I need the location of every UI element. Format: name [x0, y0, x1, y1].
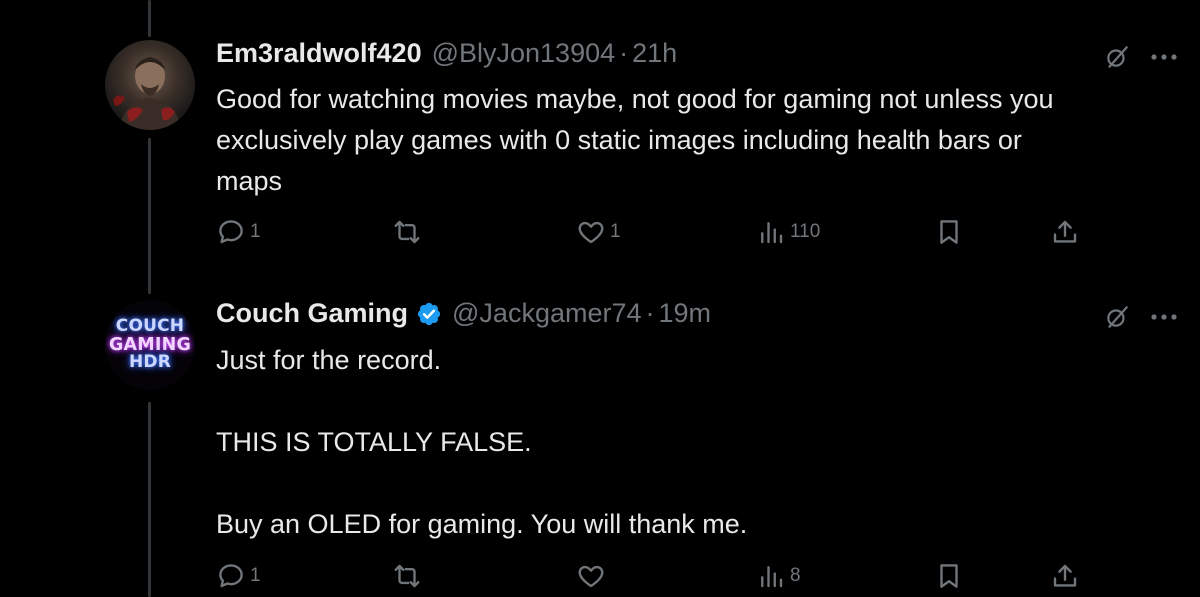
reply-icon — [216, 217, 246, 247]
avatar-logo-text: HDR — [128, 352, 172, 373]
tweet-text-line: Good for watching movies maybe, not good… — [216, 84, 1054, 114]
views-count: 8 — [790, 565, 801, 586]
separator-dot: · — [645, 298, 655, 328]
user-handle[interactable]: @Jackgamer74 — [452, 298, 642, 329]
more-icon[interactable] — [1150, 53, 1178, 61]
tweet-text-line: Just for the record. — [216, 345, 442, 375]
share-icon — [1050, 561, 1080, 591]
repost-button[interactable] — [392, 561, 426, 591]
thread-line-bottom — [148, 402, 151, 597]
tweet-header-actions — [1104, 44, 1178, 70]
analytics-icon — [756, 561, 786, 591]
views-button[interactable]: 8 — [756, 561, 801, 591]
grok-icon[interactable] — [1104, 304, 1130, 330]
bookmark-icon — [934, 561, 964, 591]
user-handle[interactable]: @BlyJon13904 — [432, 38, 616, 69]
timestamp[interactable]: 19m — [659, 298, 712, 329]
reply-button[interactable]: 1 — [216, 561, 261, 591]
thread-line-top — [148, 0, 151, 37]
repost-button[interactable] — [392, 217, 426, 247]
display-name[interactable]: Em3raldwolf420 — [216, 38, 422, 69]
verified-badge-icon — [416, 301, 442, 327]
bookmark-button[interactable] — [934, 217, 964, 247]
tweet-header: Em3raldwolf420 @BlyJon13904 · 21h — [216, 38, 677, 69]
tweet-action-bar: 1 8 — [216, 561, 1077, 595]
share-button[interactable] — [1050, 561, 1080, 591]
tweet-header: Couch Gaming @Jackgamer74 · 19m — [216, 298, 711, 329]
heart-icon — [576, 217, 606, 247]
reply-count: 1 — [250, 221, 261, 242]
analytics-icon — [756, 217, 786, 247]
share-button[interactable] — [1050, 217, 1080, 247]
like-count: 1 — [610, 221, 621, 242]
tweet-text-line: exclusively play games with 0 static ima… — [216, 125, 1022, 155]
more-icon[interactable] — [1150, 313, 1178, 321]
like-button[interactable]: 1 — [576, 217, 621, 247]
timestamp[interactable]: 21h — [632, 38, 677, 69]
tweet-text-line: THIS IS TOTALLY FALSE. — [216, 427, 532, 457]
tweet-text: Good for watching movies maybe, not good… — [216, 79, 1176, 202]
grok-icon[interactable] — [1104, 44, 1130, 70]
bookmark-button[interactable] — [934, 561, 964, 591]
separator-dot: · — [619, 38, 629, 68]
views-count: 110 — [790, 221, 821, 242]
tweet-text-line: maps — [216, 166, 283, 196]
tweet-text: Just for the record. THIS IS TOTALLY FAL… — [216, 340, 1176, 545]
reply-icon — [216, 561, 246, 591]
avatar[interactable]: COUCH GAMING HDR — [105, 300, 195, 390]
repost-icon — [392, 217, 422, 247]
avatar[interactable] — [105, 40, 195, 130]
avatar-logo-text: COUCH — [115, 315, 185, 336]
heart-icon — [576, 561, 606, 591]
tweet-text-line: Buy an OLED for gaming. You will thank m… — [216, 509, 748, 539]
tweet-header-actions — [1104, 304, 1178, 330]
repost-icon — [392, 561, 422, 591]
bookmark-icon — [934, 217, 964, 247]
views-button[interactable]: 110 — [756, 217, 820, 247]
reply-count: 1 — [250, 565, 261, 586]
display-name[interactable]: Couch Gaming — [216, 298, 408, 329]
tweet-action-bar: 1 1 110 — [216, 217, 1077, 251]
thread-line-middle — [148, 138, 151, 294]
share-icon — [1050, 217, 1080, 247]
like-button[interactable] — [576, 561, 610, 591]
reply-button[interactable]: 1 — [216, 217, 261, 247]
